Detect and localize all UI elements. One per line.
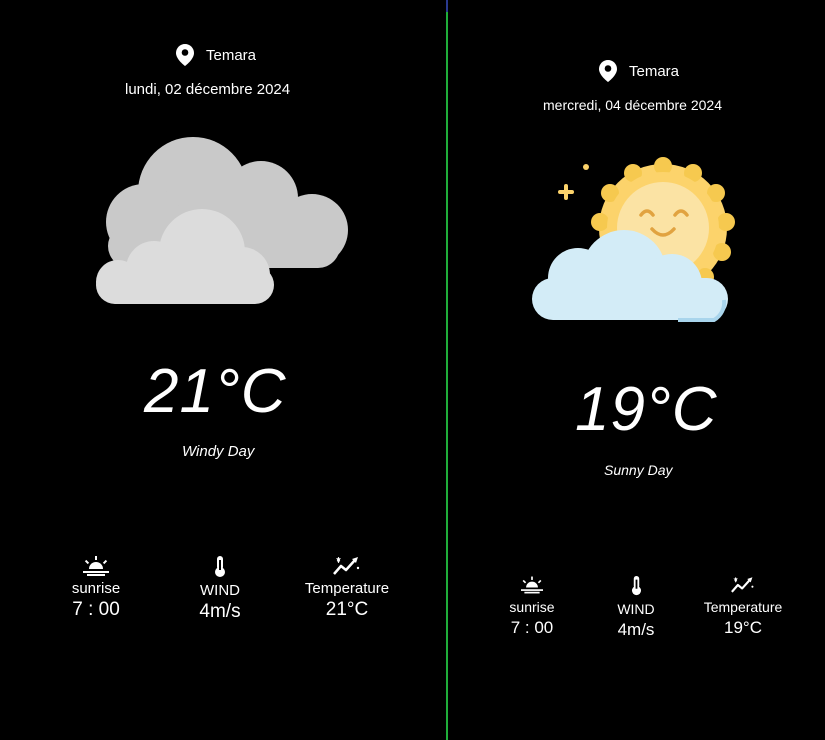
date-label: mercredi, 04 décembre 2024 bbox=[543, 97, 722, 113]
stat-label: Temperature bbox=[304, 580, 390, 597]
cloudy-icon bbox=[96, 137, 348, 304]
stat-wind: WIND 4m/s bbox=[600, 576, 672, 642]
temperature-value: 19°C bbox=[575, 375, 718, 444]
stat-label: sunrise bbox=[509, 599, 555, 615]
location-pin-icon bbox=[176, 44, 194, 66]
stat-value: 7 : 00 bbox=[72, 599, 120, 620]
weather-description: Windy Day bbox=[182, 443, 255, 460]
sun-behind-cloud-icon bbox=[532, 157, 735, 322]
weather-screen-left: Temara lundi, 02 décembre 2024 21°C Wind… bbox=[0, 0, 446, 740]
weather-description: Sunny Day bbox=[604, 462, 673, 478]
location-pin-icon bbox=[599, 60, 617, 82]
weather-screen-right: Temara mercredi, 04 décembre 2024 19°C S… bbox=[448, 0, 825, 740]
stat-value: 21°C bbox=[325, 599, 369, 620]
date-label: lundi, 02 décembre 2024 bbox=[125, 81, 291, 98]
stat-value: 7 : 00 bbox=[510, 618, 554, 637]
stat-temperature: Temperature 21°C bbox=[292, 556, 402, 622]
location-name: Temara bbox=[629, 62, 680, 80]
stat-value: 4m/s bbox=[617, 620, 655, 639]
thermometer-icon bbox=[215, 556, 225, 577]
stat-label: WIND bbox=[200, 582, 240, 599]
temperature-value: 21°C bbox=[144, 357, 287, 426]
stat-label: sunrise bbox=[71, 580, 121, 597]
stat-wind: WIND 4m/s bbox=[182, 556, 258, 624]
location-name: Temara bbox=[206, 46, 257, 64]
stat-label: Temperature bbox=[703, 599, 783, 615]
temperature-trend-icon bbox=[333, 556, 360, 575]
stat-temperature: Temperature 19°C bbox=[694, 576, 792, 640]
sunrise-icon bbox=[83, 556, 109, 576]
stat-sunrise: sunrise 7 : 00 bbox=[60, 556, 132, 622]
stat-value: 19°C bbox=[724, 618, 762, 637]
temperature-trend-icon bbox=[731, 576, 754, 593]
stat-value: 4m/s bbox=[199, 601, 241, 622]
thermometer-icon bbox=[631, 576, 641, 596]
stat-sunrise: sunrise 7 : 00 bbox=[496, 576, 568, 640]
location-row[interactable]: Temara bbox=[599, 60, 679, 82]
sunrise-icon bbox=[521, 576, 543, 594]
location-row[interactable]: Temara bbox=[176, 44, 256, 66]
stat-label: WIND bbox=[617, 601, 655, 617]
